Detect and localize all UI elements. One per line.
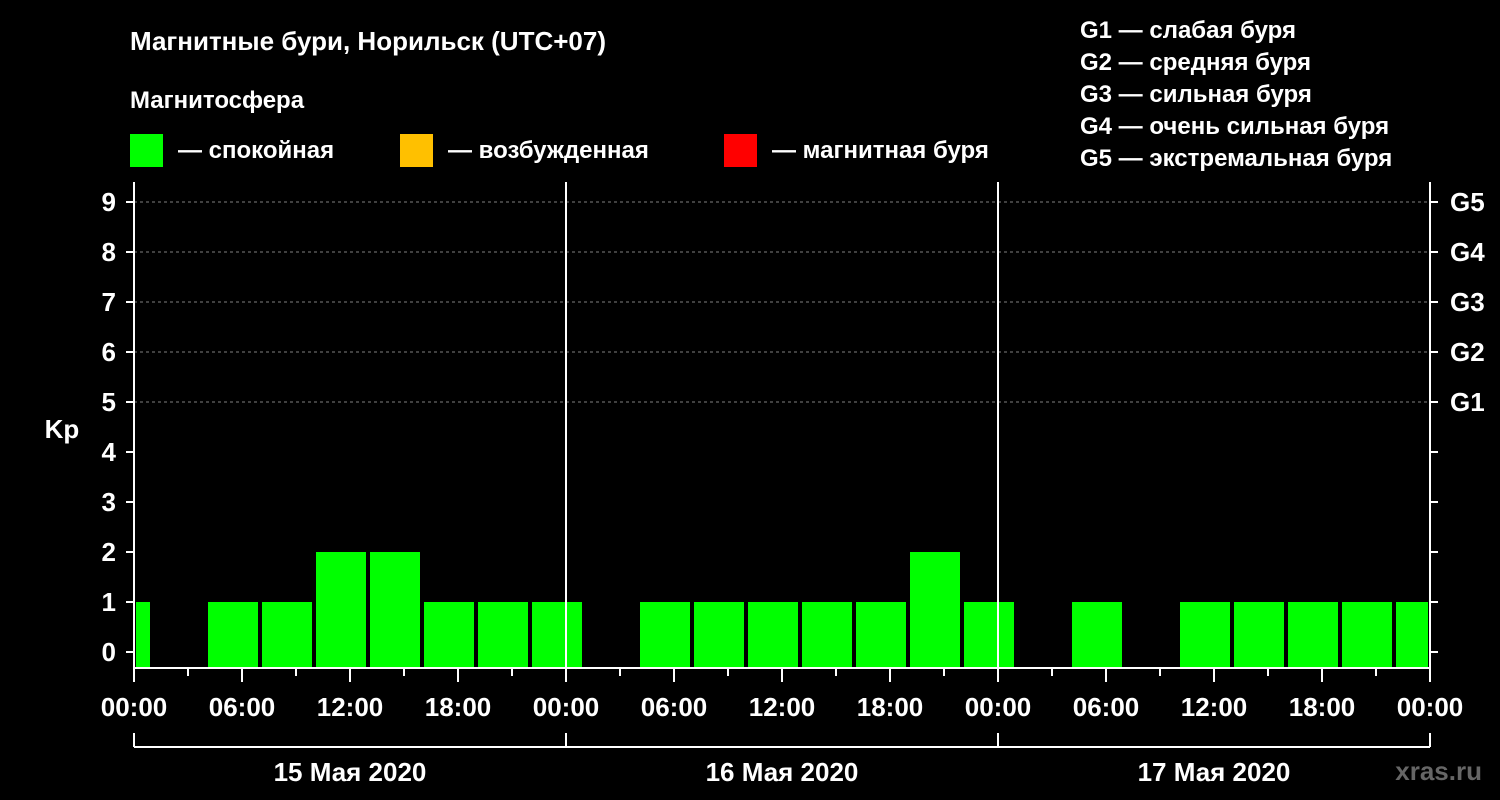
day-label: 17 Мая 2020 (1138, 757, 1291, 787)
chart-title: Магнитные бури, Норильск (UTC+07) (130, 26, 606, 56)
day-label: 16 Мая 2020 (706, 757, 859, 787)
legend-label-excited: — возбужденная (448, 137, 649, 164)
kp-bar (1234, 602, 1284, 668)
g-scale-legend: G1 — слабая буря G2 — средняя буря G3 — си… (1080, 17, 1392, 172)
y-tick-label: 9 (102, 187, 116, 217)
kp-bar (910, 552, 960, 668)
kp-bar (1396, 602, 1428, 668)
y-tick-label: 2 (102, 537, 116, 567)
y-axis-label: Kp (45, 414, 80, 444)
x-tick-label: 06:00 (1073, 692, 1140, 722)
kp-bar (802, 602, 852, 668)
kp-bar (748, 602, 798, 668)
x-tick-label: 18:00 (857, 692, 924, 722)
y-tick-label: 6 (102, 337, 116, 367)
kp-bar (424, 602, 474, 668)
legend-swatch-storm (724, 134, 757, 167)
x-tick-label: 12:00 (1181, 692, 1248, 722)
status-legend: — спокойная — возбужденная — магнитная бур… (130, 134, 989, 167)
kp-bar (1072, 602, 1122, 668)
kp-bar (1180, 602, 1230, 668)
kp-bar (532, 602, 582, 668)
kp-bar (136, 602, 150, 668)
x-tick-label: 12:00 (749, 692, 816, 722)
y-tick-label: 7 (102, 287, 116, 317)
x-tick-label: 00:00 (533, 692, 600, 722)
right-axis-label: G1 (1450, 387, 1485, 417)
kp-bar (262, 602, 312, 668)
y-tick-label: 4 (102, 437, 117, 467)
g-legend-item: G3 — сильная буря (1080, 81, 1312, 108)
watermark: xras.ru (1395, 756, 1482, 786)
right-axis-label: G2 (1450, 337, 1485, 367)
legend-label-calm: — спокойная (178, 137, 334, 164)
grid-lines (134, 201, 1430, 403)
kp-bar (208, 602, 258, 668)
kp-chart: Магнитные бури, Норильск (UTC+07) Магнит… (45, 17, 1486, 787)
legend-label-storm: — магнитная буря (772, 137, 989, 164)
bars-group (136, 552, 1428, 668)
y-tick-label: 3 (102, 487, 116, 517)
chart-stage: Магнитные бури, Норильск (UTC+07) Магнит… (0, 0, 1500, 800)
kp-bar (316, 552, 366, 668)
y-tick-label: 8 (102, 237, 116, 267)
x-tick-label: 12:00 (317, 692, 384, 722)
x-tick-label: 00:00 (101, 692, 168, 722)
right-axis-label: G5 (1450, 187, 1485, 217)
y-tick-label: 1 (102, 587, 116, 617)
x-tick-label: 06:00 (209, 692, 276, 722)
day-label: 15 Мая 2020 (274, 757, 427, 787)
kp-bar (640, 602, 690, 668)
x-tick-label: 18:00 (425, 692, 492, 722)
x-tick-label: 00:00 (965, 692, 1032, 722)
kp-bar (1342, 602, 1392, 668)
x-tick-label: 18:00 (1289, 692, 1356, 722)
kp-bar (694, 602, 744, 668)
kp-bar (370, 552, 420, 668)
g-legend-item: G5 — экстремальная буря (1080, 145, 1392, 172)
legend-swatch-excited (400, 134, 433, 167)
legend-swatch-calm (130, 134, 163, 167)
g-legend-item: G4 — очень сильная буря (1080, 113, 1389, 140)
y-tick-label: 5 (102, 387, 116, 417)
kp-bar (1288, 602, 1338, 668)
kp-bar (856, 602, 906, 668)
kp-bar (478, 602, 528, 668)
g-legend-item: G2 — средняя буря (1080, 49, 1311, 76)
axes-group: 0 1 2 3 4 5 6 7 8 9 G1 G2 G3 G4 G5 00:00 06:00 12:00 18:00… (101, 182, 1485, 787)
chart-subtitle: Магнитосфера (130, 87, 305, 114)
g-legend-item: G1 — слабая буря (1080, 17, 1296, 44)
kp-bar (964, 602, 1014, 668)
right-axis-label: G4 (1450, 237, 1485, 267)
right-axis-label: G3 (1450, 287, 1485, 317)
x-tick-label: 00:00 (1397, 692, 1464, 722)
x-tick-label: 06:00 (641, 692, 708, 722)
y-tick-label: 0 (102, 637, 116, 667)
